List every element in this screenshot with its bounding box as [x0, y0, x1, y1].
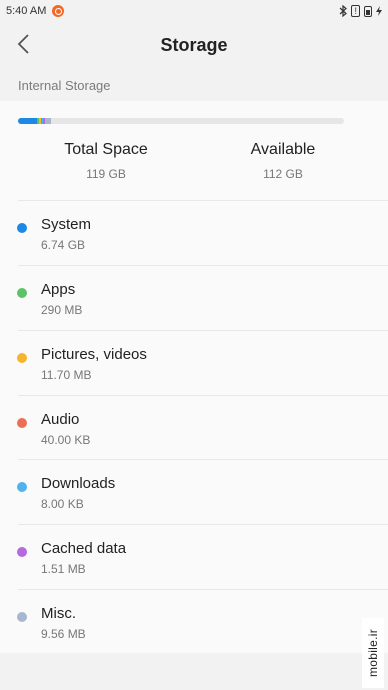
total-space-label: Total Space: [64, 141, 148, 158]
section-label: Internal Storage: [18, 78, 111, 93]
category-label: System: [41, 216, 92, 233]
available-space: Available 112 GB: [203, 141, 363, 181]
storage-usage-bar: [18, 118, 344, 124]
storage-category-apps[interactable]: Apps 290 MB: [0, 266, 388, 330]
watermark-text: mobile.ir: [366, 628, 381, 678]
category-size: 11.70 MB: [41, 368, 92, 382]
usage-segment-system: [18, 118, 38, 124]
category-label: Audio: [41, 411, 80, 428]
usage-segment-misc: [45, 118, 52, 124]
category-label: Misc.: [41, 605, 76, 622]
alert-icon: !: [351, 5, 360, 17]
app-header: Storage: [0, 22, 388, 68]
category-size: 9.56 MB: [41, 627, 86, 641]
category-size: 40.00 KB: [41, 433, 91, 447]
storage-totals: Total Space 119 GB Available 112 GB: [0, 141, 388, 189]
apps-color-dot: [17, 288, 27, 298]
storage-category-system[interactable]: System 6.74 GB: [0, 201, 388, 265]
category-size: 290 MB: [41, 303, 83, 317]
storage-category-misc[interactable]: Misc. 9.56 MB: [0, 590, 388, 654]
downloads-color-dot: [17, 482, 27, 492]
status-left: 5:40 AM: [6, 5, 65, 17]
notification-app-icon: [52, 5, 65, 17]
total-space-value: 119 GB: [86, 167, 126, 181]
status-right: !: [339, 5, 382, 17]
storage-category-cached-data[interactable]: Cached data 1.51 MB: [0, 525, 388, 589]
back-arrow-icon[interactable]: [14, 33, 36, 55]
misc-color-dot: [17, 612, 27, 622]
bluetooth-icon: [340, 5, 348, 17]
category-label: Apps: [41, 281, 76, 298]
storage-category-pictures-videos[interactable]: Pictures, videos 11.70 MB: [0, 331, 388, 395]
page-title: Storage: [160, 34, 228, 55]
watermark: mobile.ir: [362, 618, 384, 688]
battery-icon: [364, 5, 372, 17]
available-label: Available: [250, 141, 316, 158]
audio-color-dot: [17, 418, 27, 428]
charging-icon: [376, 6, 382, 16]
category-label: Downloads: [41, 475, 116, 492]
category-size: 8.00 KB: [41, 497, 84, 511]
category-size: 6.74 GB: [41, 238, 86, 252]
storage-category-downloads[interactable]: Downloads 8.00 KB: [0, 460, 388, 524]
cached-color-dot: [17, 547, 27, 557]
category-label: Cached data: [41, 540, 127, 557]
status-bar: 5:40 AM !: [0, 0, 388, 22]
category-label: Pictures, videos: [41, 346, 147, 363]
total-space: Total Space 119 GB: [26, 141, 186, 181]
storage-category-audio[interactable]: Audio 40.00 KB: [0, 396, 388, 460]
storage-card: Total Space 119 GB Available 112 GB Syst…: [0, 101, 388, 653]
available-value: 112 GB: [263, 167, 303, 181]
category-size: 1.51 MB: [41, 562, 86, 576]
pictures-color-dot: [17, 353, 27, 363]
system-color-dot: [17, 223, 27, 233]
status-time: 5:40 AM: [6, 5, 47, 17]
